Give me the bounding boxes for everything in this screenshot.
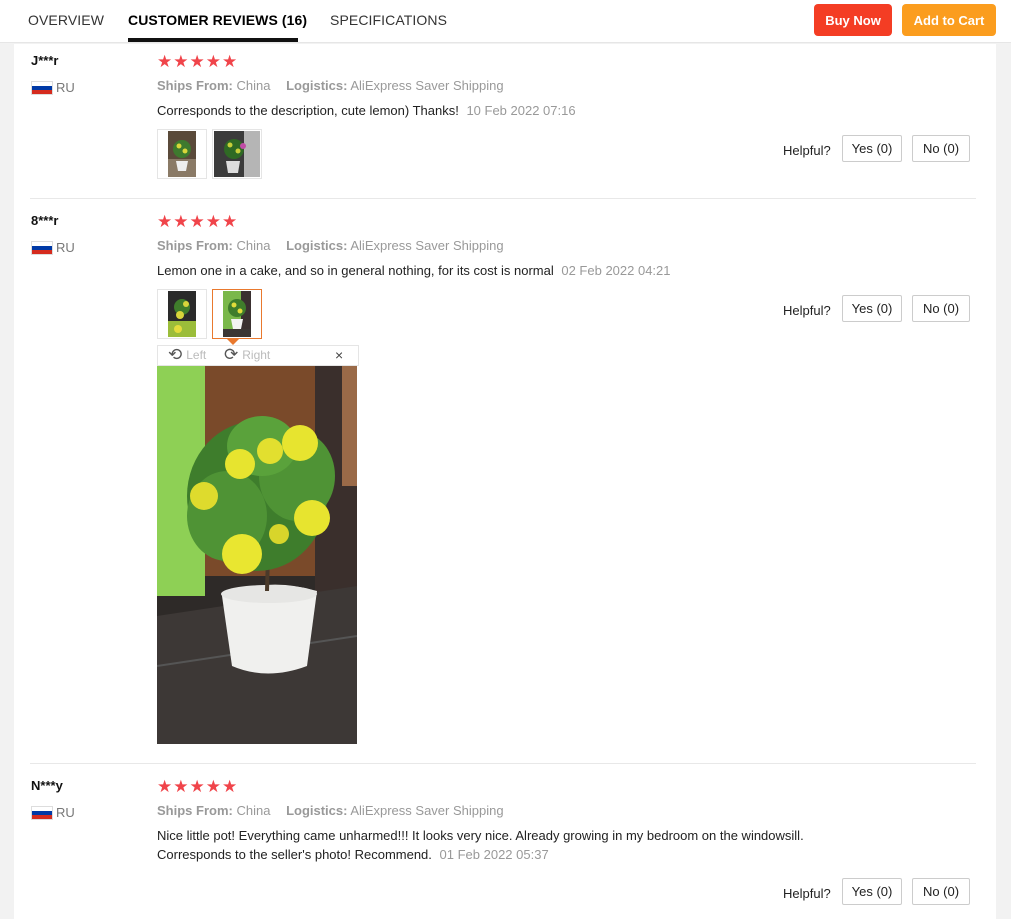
tab-specifications[interactable]: SPECIFICATIONS — [330, 12, 447, 28]
review-photo-thumbnail-selected[interactable] — [212, 289, 262, 339]
lemon-plant-photo — [168, 291, 196, 337]
review-text: Lemon one in a cake, and so in general n… — [157, 261, 671, 280]
review-photo-thumbnail[interactable] — [212, 129, 262, 179]
ships-from-value: China — [236, 238, 271, 253]
review-date: 01 Feb 2022 05:37 — [439, 847, 549, 862]
tab-customer-reviews[interactable]: CUSTOMER REVIEWS (16) — [128, 12, 307, 28]
rotate-right-label: Right — [242, 348, 271, 362]
review-photo-enlarged — [157, 366, 357, 744]
lemon-tree-photo — [157, 366, 357, 744]
review-text: Corresponds to the description, cute lem… — [157, 101, 576, 120]
review-divider — [30, 763, 976, 764]
review-date: 10 Feb 2022 07:16 — [466, 103, 576, 118]
helpful-no-button[interactable]: No (0) — [912, 135, 970, 162]
star-rating: ★★★★★ — [157, 52, 239, 71]
star-rating: ★★★★★ — [157, 777, 239, 796]
reviewer-name: N***y — [31, 778, 63, 793]
reviewer-country: RU — [31, 80, 75, 95]
reviewer-name: 8***r — [31, 213, 59, 228]
ships-from-value: China — [236, 78, 271, 93]
photo-viewer-toolbar: ⟲ Left ⟳ Right × — [157, 345, 359, 366]
rotate-left-button[interactable]: ⟲ Left — [168, 345, 207, 364]
reviewer-country: RU — [31, 805, 75, 820]
ships-from-label: Ships From: — [157, 78, 233, 93]
review-body-line2: Corresponds to the seller's photo! Recom… — [157, 847, 432, 862]
review-date: 02 Feb 2022 04:21 — [561, 263, 671, 278]
photo-viewer: ⟲ Left ⟳ Right × — [157, 345, 359, 745]
shipping-info: Ships From: China Logistics: AliExpress … — [157, 238, 504, 253]
add-to-cart-button[interactable]: Add to Cart — [902, 4, 996, 36]
lemon-plant-photo — [168, 131, 196, 177]
helpful-label: Helpful? — [783, 143, 831, 158]
review-photo-thumbnail[interactable] — [157, 289, 207, 339]
review-photo-thumbnail[interactable] — [157, 129, 207, 179]
ships-from-label: Ships From: — [157, 803, 233, 818]
reviewer-name: J***r — [31, 53, 59, 68]
country-code: RU — [56, 240, 75, 255]
logistics-value: AliExpress Saver Shipping — [350, 78, 504, 93]
logistics-label: Logistics: — [286, 78, 348, 93]
review-text: Nice little pot! Everything came unharme… — [157, 826, 804, 864]
russia-flag-icon — [31, 80, 53, 95]
helpful-label: Helpful? — [783, 886, 831, 901]
review-body-line1: Nice little pot! Everything came unharme… — [157, 828, 804, 843]
helpful-label: Helpful? — [783, 303, 831, 318]
active-tab-indicator — [128, 38, 298, 42]
reviewer-country: RU — [31, 240, 75, 255]
russia-flag-icon — [31, 805, 53, 820]
buy-now-button[interactable]: Buy Now — [814, 4, 892, 36]
logistics-label: Logistics: — [286, 238, 348, 253]
logistics-value: AliExpress Saver Shipping — [350, 238, 504, 253]
country-code: RU — [56, 805, 75, 820]
lemon-plant-photo — [214, 131, 260, 177]
helpful-no-button[interactable]: No (0) — [912, 878, 970, 905]
logistics-label: Logistics: — [286, 803, 348, 818]
shipping-info: Ships From: China Logistics: AliExpress … — [157, 803, 504, 818]
logistics-value: AliExpress Saver Shipping — [350, 803, 504, 818]
helpful-yes-button[interactable]: Yes (0) — [842, 878, 902, 905]
reviews-panel: J***r RU ★★★★★ Ships From: China Logisti… — [14, 44, 996, 919]
rotate-right-button[interactable]: ⟳ Right — [224, 345, 271, 364]
review-body: Lemon one in a cake, and so in general n… — [157, 263, 554, 278]
lemon-plant-photo — [223, 291, 251, 337]
country-code: RU — [56, 80, 75, 95]
tab-overview[interactable]: OVERVIEW — [28, 12, 104, 28]
review-divider — [30, 198, 976, 199]
ships-from-label: Ships From: — [157, 238, 233, 253]
shipping-info: Ships From: China Logistics: AliExpress … — [157, 78, 504, 93]
russia-flag-icon — [31, 240, 53, 255]
helpful-yes-button[interactable]: Yes (0) — [842, 135, 902, 162]
close-icon[interactable]: × — [335, 347, 343, 363]
rotate-left-icon: ⟲ — [168, 345, 183, 364]
review-body: Corresponds to the description, cute lem… — [157, 103, 459, 118]
rotate-right-icon: ⟳ — [224, 345, 239, 364]
product-tab-bar: OVERVIEW CUSTOMER REVIEWS (16) SPECIFICA… — [0, 0, 1011, 43]
helpful-no-button[interactable]: No (0) — [912, 295, 970, 322]
star-rating: ★★★★★ — [157, 212, 239, 231]
helpful-yes-button[interactable]: Yes (0) — [842, 295, 902, 322]
rotate-left-label: Left — [186, 348, 207, 362]
ships-from-value: China — [236, 803, 271, 818]
